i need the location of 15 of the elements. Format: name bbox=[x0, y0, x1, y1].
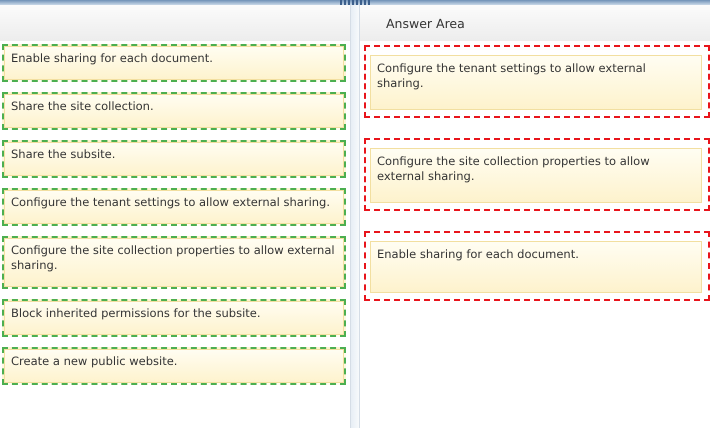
answer-choice[interactable]: Enable sharing for each document. bbox=[2, 44, 346, 82]
placed-answer[interactable]: Enable sharing for each document. bbox=[370, 241, 702, 293]
drop-zone[interactable]: Configure the site collection properties to allow external sharing. bbox=[364, 138, 710, 211]
answer-area-title: Answer Area bbox=[385, 16, 465, 30]
grip-handle[interactable] bbox=[340, 0, 370, 5]
answer-choice[interactable]: Create a new public website. bbox=[2, 347, 346, 385]
drop-zone[interactable]: Enable sharing for each document. bbox=[364, 231, 710, 301]
drop-zone[interactable]: Configure the tenant settings to allow external sharing. bbox=[364, 45, 710, 118]
answer-choice[interactable]: Configure the site collection properties to allow external sharing. bbox=[2, 236, 346, 289]
answer-choice[interactable]: Share the site collection. bbox=[2, 92, 346, 130]
placed-answer[interactable]: Configure the site collection properties to allow external sharing. bbox=[370, 148, 702, 203]
answer-choice[interactable]: Block inherited permissions for the subsite. bbox=[2, 299, 346, 337]
answer-choice[interactable]: Share the subsite. bbox=[2, 140, 346, 178]
answer-choice[interactable]: Configure the tenant settings to allow external sharing. bbox=[2, 188, 346, 226]
placed-answer[interactable]: Configure the tenant settings to allow external sharing. bbox=[370, 55, 702, 110]
